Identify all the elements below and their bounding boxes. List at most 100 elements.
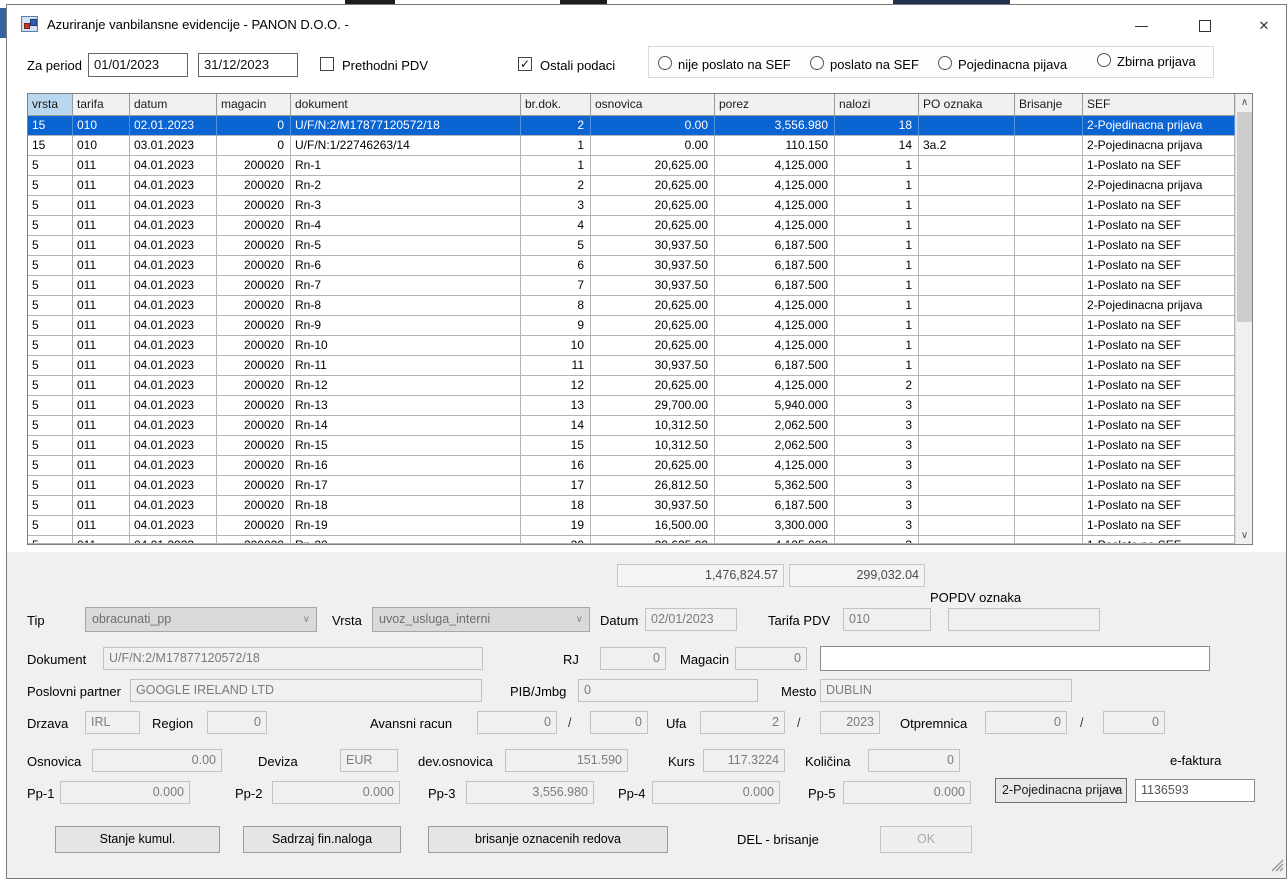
table-row[interactable]: 5 011 04.01.2023 200020 Rn-17 17 26,812.…: [28, 476, 1252, 496]
poslovni-partner-label: Poslovni partner: [27, 684, 121, 699]
avansni-racun-label: Avansni racun: [370, 716, 452, 731]
column-header-magacin[interactable]: magacin: [217, 94, 291, 115]
table-row[interactable]: 5 011 04.01.2023 200020 Rn-10 10 20,625.…: [28, 336, 1252, 356]
tip-label: Tip: [27, 613, 45, 628]
maximize-button[interactable]: [1182, 7, 1228, 45]
table-row[interactable]: 15 010 02.01.2023 0 U/F/N:2/M17877120572…: [28, 116, 1252, 136]
kolicina-label: Količina: [805, 754, 851, 769]
column-header-sef[interactable]: SEF: [1083, 94, 1235, 115]
radio-poslato-na-sef[interactable]: [810, 56, 824, 70]
column-header-osnovica[interactable]: osnovica: [591, 94, 715, 115]
table-row[interactable]: 5 011 04.01.2023 200020 Rn-11 11 30,937.…: [28, 356, 1252, 376]
tarifa-pdv-label: Tarifa PDV: [768, 613, 830, 628]
pp2-label: Pp-2: [235, 786, 262, 801]
brisanje-oznacenih-redova-button[interactable]: brisanje oznacenih redova: [428, 826, 668, 853]
maximize-icon: [1199, 20, 1211, 32]
table-row[interactable]: 5 011 04.01.2023 200020 Rn-6 6 30,937.50…: [28, 256, 1252, 276]
vrsta-label: Vrsta: [332, 613, 362, 628]
date-from-input[interactable]: 01/01/2023: [88, 53, 188, 77]
column-header-datum[interactable]: datum: [130, 94, 217, 115]
rj-field: 0: [600, 647, 666, 670]
table-row[interactable]: 5 011 04.01.2023 200020 Rn-12 12 20,625.…: [28, 376, 1252, 396]
pib-jmbg-label: PIB/Jmbg: [510, 684, 566, 699]
ufa-field-2: 2023: [820, 711, 880, 734]
dokument-field: U/F/N:2/M17877120572/18: [103, 647, 483, 670]
table-row[interactable]: 5 011 04.01.2023 200020 Rn-8 8 20,625.00…: [28, 296, 1252, 316]
table-row[interactable]: 5 011 04.01.2023 200020 Rn-19 19 16,500.…: [28, 516, 1252, 536]
table-row[interactable]: 5 011 04.01.2023 200020 Rn-20 20 20,625.…: [28, 536, 1252, 544]
table-row[interactable]: 5 011 04.01.2023 200020 Rn-16 16 20,625.…: [28, 456, 1252, 476]
total-osnovica-field: 1,476,824.57: [617, 564, 784, 587]
table-row[interactable]: 5 011 04.01.2023 200020 Rn-1 1 20,625.00…: [28, 156, 1252, 176]
column-header-dokument[interactable]: dokument: [291, 94, 521, 115]
table-row[interactable]: 15 010 03.01.2023 0 U/F/N:1/22746263/14 …: [28, 136, 1252, 156]
column-header-vrsta[interactable]: vrsta: [28, 94, 73, 115]
pp3-field: 3,556.980: [466, 781, 594, 804]
dev-osnovica-label: dev.osnovica: [418, 754, 493, 769]
stanje-kumul-button[interactable]: Stanje kumul.: [55, 826, 220, 853]
mesto-label: Mesto: [781, 684, 816, 699]
radio-zbirna-label: Zbirna prijava: [1117, 54, 1196, 69]
table-row[interactable]: 5 011 04.01.2023 200020 Rn-4 4 20,625.00…: [28, 216, 1252, 236]
column-header-brisanje[interactable]: Brisanje: [1015, 94, 1083, 115]
table-row[interactable]: 5 011 04.01.2023 200020 Rn-15 15 10,312.…: [28, 436, 1252, 456]
pp1-field: 0.000: [60, 781, 190, 804]
ostali-podaci-label: Ostali podaci: [540, 58, 615, 73]
date-to-input[interactable]: 31/12/2023: [198, 53, 298, 77]
napomena-field[interactable]: [820, 646, 1210, 671]
radio-zbirna-prijava[interactable]: [1097, 53, 1111, 67]
ostali-podaci-checkbox[interactable]: ✓: [518, 57, 532, 71]
chevron-down-icon: ∨: [1113, 779, 1120, 802]
efaktura-field[interactable]: 1136593: [1135, 779, 1255, 802]
kurs-label: Kurs: [668, 754, 695, 769]
resize-grip[interactable]: [1271, 859, 1284, 877]
table-vertical-scrollbar[interactable]: ∧ ∨: [1235, 94, 1252, 544]
column-header-tarifa[interactable]: tarifa: [73, 94, 130, 115]
magacin-label: Magacin: [680, 652, 729, 667]
table-row[interactable]: 5 011 04.01.2023 200020 Rn-18 18 30,937.…: [28, 496, 1252, 516]
column-header-porez[interactable]: porez: [715, 94, 835, 115]
drzava-label: Drzava: [27, 716, 68, 731]
del-brisanje-label: DEL - brisanje: [737, 832, 819, 847]
table-row[interactable]: 5 011 04.01.2023 200020 Rn-5 5 30,937.50…: [28, 236, 1252, 256]
title-bar[interactable]: Azuriranje vanbilansne evidencije - PANO…: [7, 5, 1286, 43]
ufa-field-1: 2: [700, 711, 785, 734]
avansni-racun-field-1: 0: [477, 711, 557, 734]
scrollbar-thumb[interactable]: [1237, 112, 1252, 322]
pp4-field: 0.000: [652, 781, 780, 804]
table-header-row: vrsta tarifa datum magacin dokument br.d…: [28, 94, 1252, 116]
column-header-nalozi[interactable]: nalozi: [835, 94, 919, 115]
radio-poslato-label: poslato na SEF: [830, 57, 919, 72]
otpremnica-field-2: 0: [1103, 711, 1165, 734]
winforms-app-icon: [21, 16, 38, 32]
table-row[interactable]: 5 011 04.01.2023 200020 Rn-7 7 30,937.50…: [28, 276, 1252, 296]
scroll-down-icon[interactable]: ∨: [1236, 527, 1253, 544]
sadrzaj-fin-naloga-button[interactable]: Sadrzaj fin.naloga: [243, 826, 401, 853]
tarifa-pdv-field: 010: [843, 608, 931, 631]
radio-pojedinacna-pijava[interactable]: [938, 56, 952, 70]
minimize-button[interactable]: [1118, 7, 1164, 45]
table-row[interactable]: 5 011 04.01.2023 200020 Rn-3 3 20,625.00…: [28, 196, 1252, 216]
table-row[interactable]: 5 011 04.01.2023 200020 Rn-2 2 20,625.00…: [28, 176, 1252, 196]
avansni-racun-field-2: 0: [590, 711, 648, 734]
osnovica-label: Osnovica: [27, 754, 81, 769]
radio-nije-poslato-na-sef[interactable]: [658, 56, 672, 70]
rj-label: RJ: [563, 652, 579, 667]
region-label: Region: [152, 716, 193, 731]
column-header-po-oznaka[interactable]: PO oznaka: [919, 94, 1015, 115]
prethodni-pdv-checkbox[interactable]: [320, 57, 334, 71]
close-button[interactable]: ✕: [1241, 7, 1287, 45]
sef-status-combo[interactable]: 2-Pojedinacna prijava∨: [995, 778, 1127, 803]
kurs-field: 117.3224: [703, 749, 785, 772]
window-title: Azuriranje vanbilansne evidencije - PANO…: [47, 17, 349, 32]
column-header-brdok[interactable]: br.dok.: [521, 94, 591, 115]
ok-button[interactable]: OK: [880, 826, 972, 853]
table-row[interactable]: 5 011 04.01.2023 200020 Rn-9 9 20,625.00…: [28, 316, 1252, 336]
datum-field: 02/01/2023: [645, 608, 737, 631]
magacin-field: 0: [735, 647, 807, 670]
osnovica-field: 0.00: [92, 749, 222, 772]
scroll-up-icon[interactable]: ∧: [1236, 94, 1253, 111]
drzava-field: IRL: [85, 711, 140, 734]
table-row[interactable]: 5 011 04.01.2023 200020 Rn-14 14 10,312.…: [28, 416, 1252, 436]
table-row[interactable]: 5 011 04.01.2023 200020 Rn-13 13 29,700.…: [28, 396, 1252, 416]
